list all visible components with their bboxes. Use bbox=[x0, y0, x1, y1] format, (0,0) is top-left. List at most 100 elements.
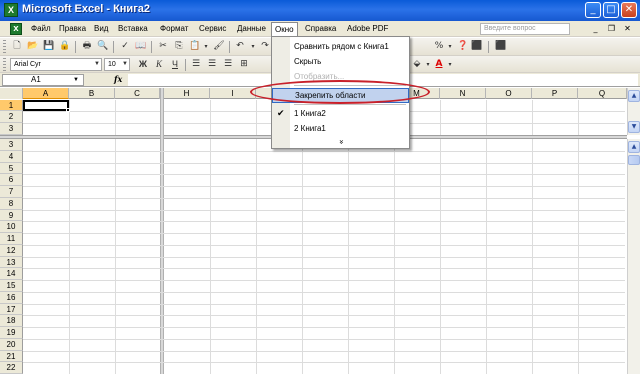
spelling-icon[interactable]: ✓ bbox=[118, 40, 132, 53]
row-header-3[interactable]: 3 bbox=[0, 139, 23, 151]
new-icon[interactable]: 🗋 bbox=[10, 40, 24, 53]
column-header-h[interactable]: H bbox=[164, 88, 210, 99]
minimize-button[interactable]: _ bbox=[585, 2, 601, 18]
doc-restore-button[interactable]: ❐ bbox=[606, 24, 617, 35]
maximize-button[interactable]: □ bbox=[603, 2, 619, 18]
font-size-select[interactable]: 10 ▼ bbox=[104, 58, 130, 71]
save-icon[interactable]: 💾 bbox=[42, 40, 56, 53]
print-icon[interactable]: 🖶 bbox=[80, 40, 94, 53]
column-header-o[interactable]: O bbox=[486, 88, 532, 99]
menu-tools[interactable]: Сервис bbox=[196, 23, 229, 36]
menu-format[interactable]: Формат bbox=[157, 23, 191, 36]
scroll-thumb[interactable] bbox=[628, 155, 640, 165]
menu-item-hide[interactable]: Скрыть bbox=[272, 54, 409, 69]
open-icon[interactable]: 📂 bbox=[26, 40, 40, 53]
underline-button[interactable]: Ч bbox=[168, 58, 182, 71]
document-icon[interactable]: X bbox=[10, 23, 22, 35]
menu-edit[interactable]: Правка bbox=[56, 23, 89, 36]
row-header-22[interactable]: 22 bbox=[0, 362, 23, 374]
row-header-10[interactable]: 10 bbox=[0, 221, 23, 233]
row-header-2[interactable]: 2 bbox=[0, 111, 23, 123]
row-header-14[interactable]: 14 bbox=[0, 268, 23, 280]
menu-file[interactable]: Файл bbox=[28, 23, 54, 36]
doc-close-button[interactable]: ✕ bbox=[622, 24, 633, 35]
font-color-dropdown-icon[interactable]: ▾ bbox=[446, 58, 454, 71]
help-search-input[interactable]: Введите вопрос bbox=[480, 23, 570, 35]
menu-view[interactable]: Вид bbox=[91, 23, 111, 36]
zoom-dropdown-icon[interactable]: ▾ bbox=[446, 40, 454, 53]
fill-handle[interactable] bbox=[66, 108, 70, 112]
close-button[interactable]: ✕ bbox=[621, 2, 637, 18]
merge-center-icon[interactable]: ⊞ bbox=[237, 58, 251, 71]
print-preview-icon[interactable]: 🔍 bbox=[96, 40, 110, 53]
row-header-4[interactable]: 4 bbox=[0, 150, 23, 163]
column-header-p[interactable]: P bbox=[532, 88, 578, 99]
menu-item-compare-side-by-side[interactable]: Сравнить рядом с Книга1 bbox=[272, 39, 409, 54]
align-right-icon[interactable]: ☰ bbox=[221, 58, 235, 71]
menu-window[interactable]: Окно bbox=[271, 22, 298, 37]
undo-icon[interactable]: ↶ bbox=[233, 40, 247, 53]
paste-icon[interactable]: 📋 bbox=[188, 40, 202, 53]
column-header-i[interactable]: I bbox=[210, 88, 256, 99]
cut-icon[interactable]: ✂ bbox=[156, 40, 170, 53]
menu-insert[interactable]: Вставка bbox=[115, 23, 151, 36]
copy-icon[interactable]: ⎘ bbox=[172, 40, 186, 53]
menu-item-freeze-panes[interactable]: Закрепить области bbox=[272, 88, 409, 103]
help-icon[interactable]: ❓ bbox=[456, 40, 470, 53]
select-all-corner[interactable] bbox=[0, 88, 23, 99]
menu-item-window-kniga2[interactable]: ✔ 1 Книга2 bbox=[272, 106, 409, 121]
row-header-9[interactable]: 9 bbox=[0, 209, 23, 222]
convert-to-pdf-icon[interactable]: ⬛ bbox=[470, 40, 484, 53]
column-header-q[interactable]: Q bbox=[578, 88, 627, 99]
scroll-down-icon[interactable]: ▼ bbox=[628, 121, 640, 133]
align-left-icon[interactable]: ☰ bbox=[189, 58, 203, 71]
align-center-icon[interactable]: ☰ bbox=[205, 58, 219, 71]
menu-help[interactable]: Справка bbox=[302, 23, 339, 36]
italic-button[interactable]: К bbox=[152, 58, 166, 71]
pdf-email-icon[interactable]: ⬛ bbox=[494, 40, 508, 53]
top-vertical-scrollbar[interactable]: ▲ ▼ bbox=[627, 88, 640, 135]
font-color-icon[interactable]: A bbox=[432, 58, 446, 71]
format-painter-icon[interactable]: 🖌 bbox=[212, 40, 226, 53]
row-header-7[interactable]: 7 bbox=[0, 186, 23, 198]
vertical-pane-splitter[interactable] bbox=[160, 88, 164, 374]
row-header-18[interactable]: 18 bbox=[0, 315, 23, 327]
scroll-up-icon[interactable]: ▲ bbox=[628, 90, 640, 102]
fx-icon[interactable]: fx bbox=[114, 74, 122, 84]
row-header-15[interactable]: 15 bbox=[0, 280, 23, 292]
undo-dropdown-icon[interactable]: ▾ bbox=[249, 40, 257, 53]
font-name-select[interactable]: Arial Cyr ▼ bbox=[10, 58, 102, 71]
row-header-11[interactable]: 11 bbox=[0, 233, 23, 245]
menu-adobe-pdf[interactable]: Adobe PDF bbox=[344, 23, 391, 36]
row-header-12[interactable]: 12 bbox=[0, 244, 23, 257]
toolbar-grip[interactable] bbox=[3, 58, 6, 71]
redo-icon[interactable]: ↷ bbox=[258, 40, 272, 53]
row-header-19[interactable]: 19 bbox=[0, 327, 23, 339]
menu-data[interactable]: Данные bbox=[234, 23, 269, 36]
column-header-n[interactable]: N bbox=[440, 88, 486, 99]
row-header-8[interactable]: 8 bbox=[0, 197, 23, 210]
bold-button[interactable]: Ж bbox=[136, 58, 150, 71]
bottom-vertical-scrollbar[interactable]: ▲ bbox=[627, 139, 640, 374]
row-header-1[interactable]: 1 bbox=[0, 100, 23, 111]
doc-minimize-button[interactable]: _ bbox=[590, 24, 601, 35]
permission-icon[interactable]: 🔒 bbox=[58, 40, 72, 53]
fill-color-dropdown-icon[interactable]: ▾ bbox=[424, 58, 432, 71]
row-header-6[interactable]: 6 bbox=[0, 174, 23, 186]
fill-color-icon[interactable]: ⬙ bbox=[410, 58, 424, 71]
row-header-17[interactable]: 17 bbox=[0, 303, 23, 316]
active-cell-a1[interactable] bbox=[23, 100, 70, 112]
column-header-b[interactable]: B bbox=[69, 88, 115, 99]
research-icon[interactable]: 📖 bbox=[134, 40, 148, 53]
toolbar-grip[interactable] bbox=[3, 40, 6, 53]
row-header-3[interactable]: 3 bbox=[0, 123, 23, 135]
paste-dropdown-icon[interactable]: ▾ bbox=[202, 40, 210, 53]
row-header-5[interactable]: 5 bbox=[0, 162, 23, 175]
menu-item-window-kniga1[interactable]: 2 Книга1 bbox=[272, 121, 409, 136]
name-box[interactable]: A1 ▼ bbox=[2, 74, 84, 86]
column-header-a[interactable]: A bbox=[23, 88, 69, 99]
row-header-16[interactable]: 16 bbox=[0, 291, 23, 304]
row-header-20[interactable]: 20 bbox=[0, 338, 23, 351]
scroll-up-icon[interactable]: ▲ bbox=[628, 141, 640, 153]
row-header-13[interactable]: 13 bbox=[0, 256, 23, 269]
